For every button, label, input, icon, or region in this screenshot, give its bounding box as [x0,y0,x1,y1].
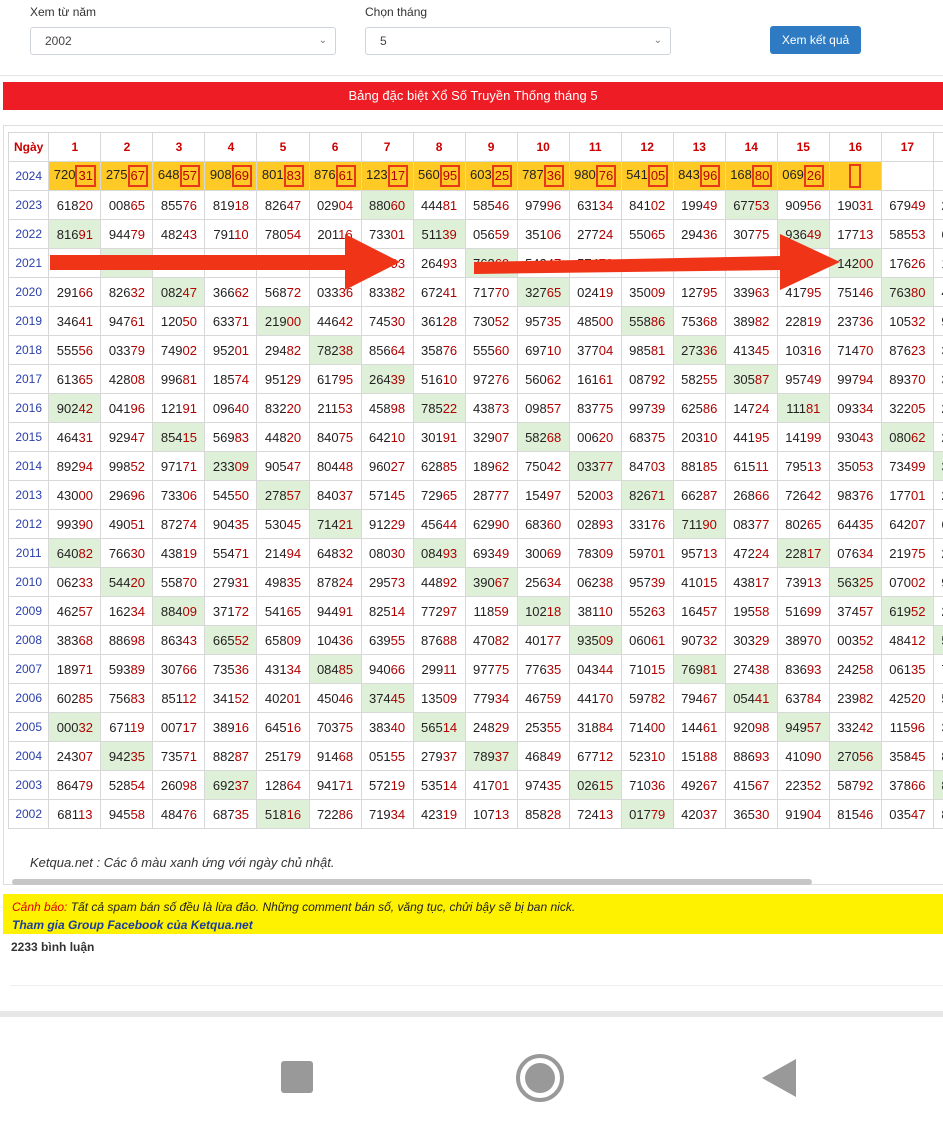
triangle-back-icon[interactable] [762,1059,796,1097]
android-nav-bar [0,1017,943,1143]
warning-banner: Cảnh báo: Tất cả spam bán số đều là lừa … [3,894,943,934]
warning-prefix: Cảnh báo: [12,900,68,914]
circle-icon[interactable] [516,1054,564,1102]
sunday-note: Ketqua.net : Các ô màu xanh ứng với ngày… [30,855,335,870]
warning-text: Tất cả spam bán số đều là lừa đảo. Những… [67,900,576,914]
divider [10,985,943,986]
comment-count: 2233 bình luận [11,940,95,954]
red-arrow-right [474,234,840,290]
page: Xem từ năm 2002 ⌄ Chọn tháng 5 ⌄ Xem kết… [0,0,943,1143]
square-icon[interactable] [281,1061,313,1093]
facebook-group-link[interactable]: Tham gia Group Facebook của Ketqua.net [12,916,934,934]
arrow-overlay [50,234,840,290]
red-arrow-left [50,234,400,290]
